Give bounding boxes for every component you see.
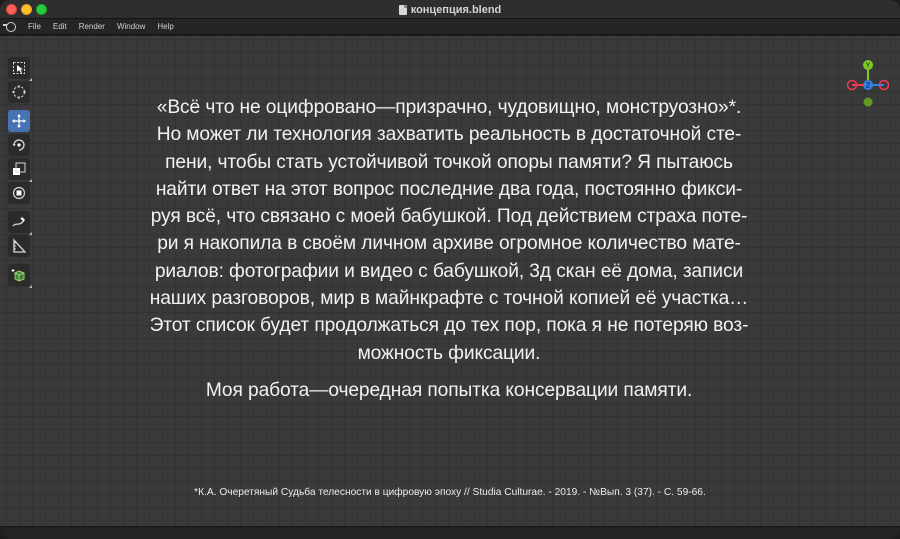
paragraph-body: «Всё что не оцифровано—призрачно, чудови… bbox=[96, 94, 802, 367]
text-line: «Всё что не оцифровано—призрачно, чудови… bbox=[156, 97, 742, 118]
transform-tool[interactable] bbox=[7, 182, 30, 204]
menu-edit[interactable]: Edit bbox=[53, 22, 67, 31]
concept-text: «Всё что не оцифровано—призрачно, чудови… bbox=[96, 94, 802, 404]
navigation-gizmo[interactable]: Y Z bbox=[840, 57, 896, 113]
select-box-tool[interactable] bbox=[7, 57, 32, 81]
select-box-icon bbox=[12, 62, 25, 74]
measure-tool[interactable] bbox=[7, 235, 30, 257]
menu-bar: File Edit Render Window Help bbox=[0, 19, 900, 35]
gizmo-neg-y-handle[interactable] bbox=[863, 97, 873, 107]
scale-tool[interactable] bbox=[7, 158, 32, 182]
blender-window: концепция.blend File Edit Render Window … bbox=[0, 0, 900, 539]
text-line: руя всё, что связано с моей бабушкой. По… bbox=[150, 206, 748, 228]
scale-icon bbox=[12, 162, 25, 175]
text-line: наших разговоров, мир в майнкрафте с точ… bbox=[149, 288, 749, 310]
tool-options-corner-icon bbox=[28, 179, 32, 182]
measure-ruler-icon bbox=[12, 238, 26, 253]
text-line: Этот список будет продолжаться до тех по… bbox=[149, 315, 749, 337]
menu-help[interactable]: Help bbox=[157, 22, 173, 31]
rotate-tool[interactable] bbox=[7, 134, 30, 156]
cursor-tool[interactable] bbox=[7, 81, 30, 103]
title-bar: концепция.blend bbox=[0, 0, 900, 19]
transform-icon bbox=[12, 186, 25, 200]
menu-render[interactable]: Render bbox=[79, 22, 105, 31]
annotate-pencil-icon bbox=[11, 217, 25, 227]
text-line: можность фиксации. bbox=[357, 342, 541, 364]
text-line: пени, чтобы стать устойчивой точкой опор… bbox=[165, 151, 733, 173]
rotate-icon bbox=[12, 139, 25, 151]
tool-options-corner-icon bbox=[28, 285, 32, 288]
tool-options-corner-icon bbox=[28, 232, 32, 235]
move-arrows-icon bbox=[11, 114, 26, 128]
closing-statement: Моя работа—очередная попытка консервации… bbox=[205, 379, 693, 401]
add-cube-icon bbox=[11, 269, 24, 282]
blender-logo-icon[interactable] bbox=[3, 21, 16, 32]
document-icon bbox=[398, 4, 407, 15]
text-line: ри я накопила в своём личном архиве огро… bbox=[157, 233, 741, 255]
text-line: риалов: фотографии и видео с бабушкой, 3… bbox=[154, 260, 744, 282]
text-line: найти ответ на этот вопрос последние два… bbox=[155, 178, 743, 200]
move-tool[interactable] bbox=[7, 110, 30, 132]
tool-shelf bbox=[6, 57, 32, 288]
tool-options-corner-icon bbox=[28, 78, 32, 81]
gizmo-y-label: Y bbox=[865, 62, 871, 70]
menu-window[interactable]: Window bbox=[117, 22, 145, 31]
window-title: концепция.blend bbox=[410, 3, 502, 16]
annotate-tool[interactable] bbox=[7, 211, 32, 235]
menu-file[interactable]: File bbox=[28, 22, 41, 31]
cursor-icon bbox=[11, 85, 26, 99]
text-line: Но может ли технология захватить реально… bbox=[156, 124, 742, 146]
footnote: *К.А. Очеретяный Судьба телесности в циф… bbox=[194, 487, 706, 498]
gizmo-z-label: Z bbox=[866, 82, 871, 90]
status-bar bbox=[0, 526, 900, 539]
add-cube-tool[interactable] bbox=[7, 264, 32, 288]
title-wrap: концепция.blend bbox=[0, 0, 900, 19]
